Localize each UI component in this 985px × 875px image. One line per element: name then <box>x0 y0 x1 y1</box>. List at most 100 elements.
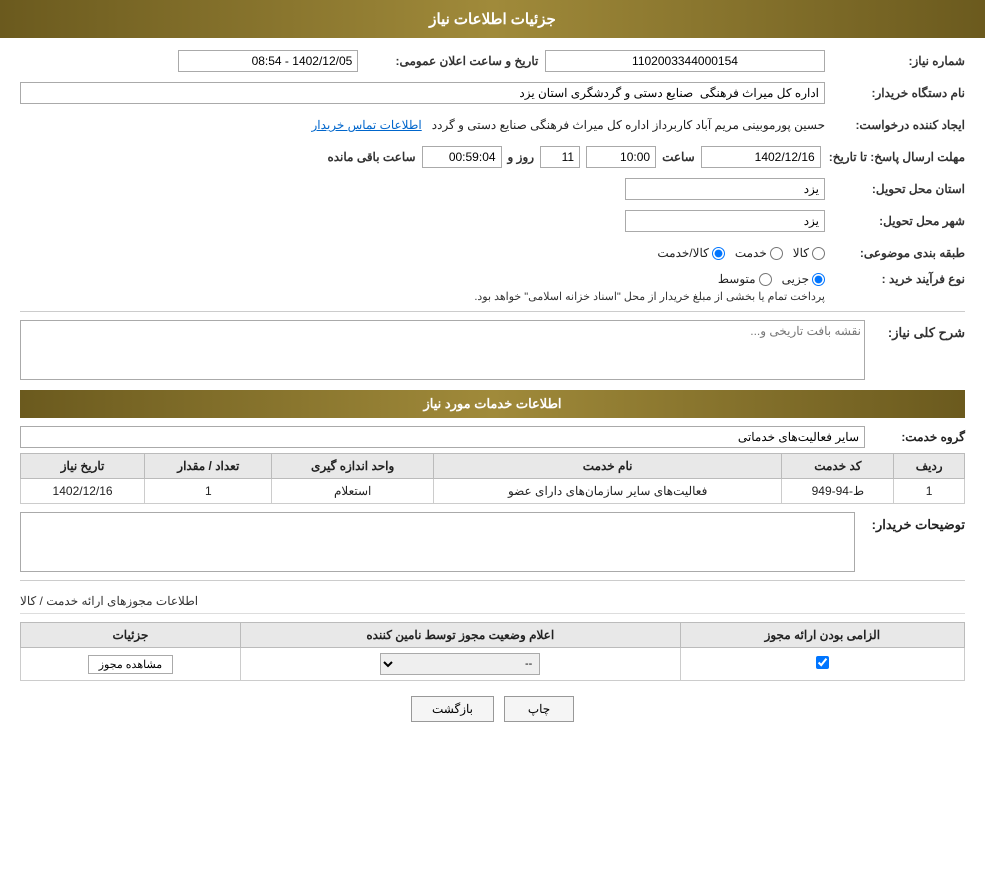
city-label: شهر محل تحویل: <box>825 214 965 228</box>
page-wrapper: جزئیات اطلاعات نیاز شماره نیاز: تاریخ و … <box>0 0 985 875</box>
col-service-name: نام خدمت <box>433 454 781 479</box>
radio-kala-input[interactable] <box>812 247 825 260</box>
response-deadline-row: مهلت ارسال پاسخ: تا تاریخ: ساعت روز و سا… <box>20 144 965 170</box>
services-table-body: 1 ط-94-949 فعالیت‌های سایر سازمان‌های دا… <box>21 479 965 504</box>
cell-service-name: فعالیت‌های سایر سازمان‌های دارای عضو <box>433 479 781 504</box>
cell-license-details: مشاهده مجوز <box>21 648 241 681</box>
radio-kala-khedmat[interactable]: کالا/خدمت <box>657 246 724 260</box>
radio-motawaset-label: متوسط <box>718 272 756 286</box>
cell-license-required <box>680 648 964 681</box>
radio-kala-khedmat-label: کالا/خدمت <box>657 246 708 260</box>
response-days-input[interactable] <box>540 146 580 168</box>
main-content: شماره نیاز: تاریخ و ساعت اعلان عمومی: نا… <box>0 38 985 747</box>
service-group-label: گروه خدمت: <box>865 430 965 444</box>
col-license-details: جزئیات <box>21 623 241 648</box>
divider-1 <box>20 311 965 312</box>
province-label: استان محل تحویل: <box>825 182 965 196</box>
response-day-label: روز و <box>508 150 535 164</box>
radio-kala-label: کالا <box>793 246 809 260</box>
procurement-row: نوع فرآیند خرید : جزیی متوسط پرداخت تمام… <box>20 272 965 303</box>
creator-value: حسین پورموبینی مریم آباد کاربرداز اداره … <box>432 118 825 132</box>
cell-unit: استعلام <box>272 479 433 504</box>
need-number-label: شماره نیاز: <box>825 54 965 68</box>
remaining-time-input[interactable] <box>422 146 502 168</box>
col-unit: واحد اندازه گیری <box>272 454 433 479</box>
cell-quantity: 1 <box>145 479 272 504</box>
radio-jazei-input[interactable] <box>812 273 825 286</box>
radio-khedmat-label: خدمت <box>735 246 767 260</box>
services-table: ردیف کد خدمت نام خدمت واحد اندازه گیری ت… <box>20 453 965 504</box>
need-number-input[interactable] <box>545 50 825 72</box>
radio-khedmat-input[interactable] <box>770 247 783 260</box>
deadline-date-time: ساعت روز و ساعت باقی مانده <box>327 146 820 168</box>
radio-jazei-label: جزیی <box>782 272 809 286</box>
col-need-date: تاریخ نیاز <box>21 454 145 479</box>
table-row: 1 ط-94-949 فعالیت‌های سایر سازمان‌های دا… <box>21 479 965 504</box>
province-input[interactable] <box>625 178 825 200</box>
col-license-required: الزامی بودن ارائه مجوز <box>680 623 964 648</box>
radio-jazei[interactable]: جزیی <box>782 272 825 286</box>
page-title: جزئیات اطلاعات نیاز <box>429 11 556 28</box>
col-service-code: کد خدمت <box>782 454 894 479</box>
province-row: استان محل تحویل: <box>20 176 965 202</box>
back-button[interactable]: بازگشت <box>411 696 494 722</box>
need-number-row: شماره نیاز: تاریخ و ساعت اعلان عمومی: <box>20 48 965 74</box>
buyer-name-input[interactable] <box>20 82 825 104</box>
radio-kala[interactable]: کالا <box>793 246 825 260</box>
view-license-button[interactable]: مشاهده مجوز <box>88 655 173 674</box>
license-required-checkbox[interactable] <box>816 656 829 669</box>
cell-service-code: ط-94-949 <box>782 479 894 504</box>
buyer-desc-textarea[interactable] <box>20 512 855 572</box>
divider-2 <box>20 580 965 581</box>
creator-row: ایجاد کننده درخواست: حسین پورموبینی مریم… <box>20 112 965 138</box>
table-row: -- مشاهده مجوز <box>21 648 965 681</box>
radio-motawaset-input[interactable] <box>759 273 772 286</box>
announce-datetime-label: تاریخ و ساعت اعلان عمومی: <box>358 54 538 68</box>
col-quantity: تعداد / مقدار <box>145 454 272 479</box>
response-time-input[interactable] <box>586 146 656 168</box>
cell-row-num: 1 <box>894 479 965 504</box>
services-info-title: اطلاعات خدمات مورد نیاز <box>20 390 965 418</box>
license-table-body: -- مشاهده مجوز <box>21 648 965 681</box>
procurement-label: نوع فرآیند خرید : <box>825 272 965 286</box>
buyer-desc-label: توضیحات خریدار: <box>855 512 965 533</box>
license-title-text: اطلاعات مجوزهای ارائه خدمت / کالا <box>20 594 198 608</box>
services-table-header: ردیف کد خدمت نام خدمت واحد اندازه گیری ت… <box>21 454 965 479</box>
bottom-buttons: چاپ بازگشت <box>20 696 965 722</box>
city-input[interactable] <box>625 210 825 232</box>
category-row: طبقه بندی موضوعی: کالا خدمت کالا/خدمت <box>20 240 965 266</box>
procurement-radio-group: جزیی متوسط <box>718 272 825 286</box>
col-license-status: اعلام وضعیت مجوز توسط نامین کننده <box>240 623 680 648</box>
buyer-description-section: توضیحات خریدار: <box>20 512 965 572</box>
buyer-name-label: نام دستگاه خریدار: <box>825 86 965 100</box>
radio-kala-khedmat-input[interactable] <box>712 247 725 260</box>
city-row: شهر محل تحویل: <box>20 208 965 234</box>
radio-khedmat[interactable]: خدمت <box>735 246 783 260</box>
response-date-input[interactable] <box>701 146 821 168</box>
cell-license-status: -- <box>240 648 680 681</box>
response-time-label: ساعت <box>662 150 695 164</box>
service-group-input[interactable] <box>20 426 865 448</box>
response-deadline-label: مهلت ارسال پاسخ: تا تاریخ: <box>821 150 965 164</box>
license-table: الزامی بودن ارائه مجوز اعلام وضعیت مجوز … <box>20 622 965 681</box>
remaining-time-label: ساعت باقی مانده <box>327 150 415 164</box>
category-label: طبقه بندی موضوعی: <box>825 246 965 260</box>
general-description-area: شرح کلی نیاز: <box>20 320 965 380</box>
col-row-num: ردیف <box>894 454 965 479</box>
service-group-row: گروه خدمت: <box>20 426 965 448</box>
license-status-select[interactable]: -- <box>380 653 540 675</box>
announce-datetime-input[interactable] <box>178 50 358 72</box>
creator-value-wrapper: حسین پورموبینی مریم آباد کاربرداز اداره … <box>20 118 825 132</box>
radio-motawaset[interactable]: متوسط <box>718 272 772 286</box>
print-button[interactable]: چاپ <box>504 696 574 722</box>
creator-label: ایجاد کننده درخواست: <box>825 118 965 132</box>
general-desc-label: شرح کلی نیاز: <box>865 320 965 341</box>
cell-need-date: 1402/12/16 <box>21 479 145 504</box>
category-radio-group: کالا خدمت کالا/خدمت <box>657 246 825 260</box>
procurement-note: پرداخت تمام یا بخشی از مبلغ خریدار از مح… <box>474 291 825 303</box>
general-desc-textarea[interactable] <box>20 320 865 380</box>
license-section-title: اطلاعات مجوزهای ارائه خدمت / کالا <box>20 589 965 614</box>
page-header: جزئیات اطلاعات نیاز <box>0 0 985 38</box>
creator-contact-link[interactable]: اطلاعات تماس خریدار <box>312 118 422 132</box>
license-table-header: الزامی بودن ارائه مجوز اعلام وضعیت مجوز … <box>21 623 965 648</box>
